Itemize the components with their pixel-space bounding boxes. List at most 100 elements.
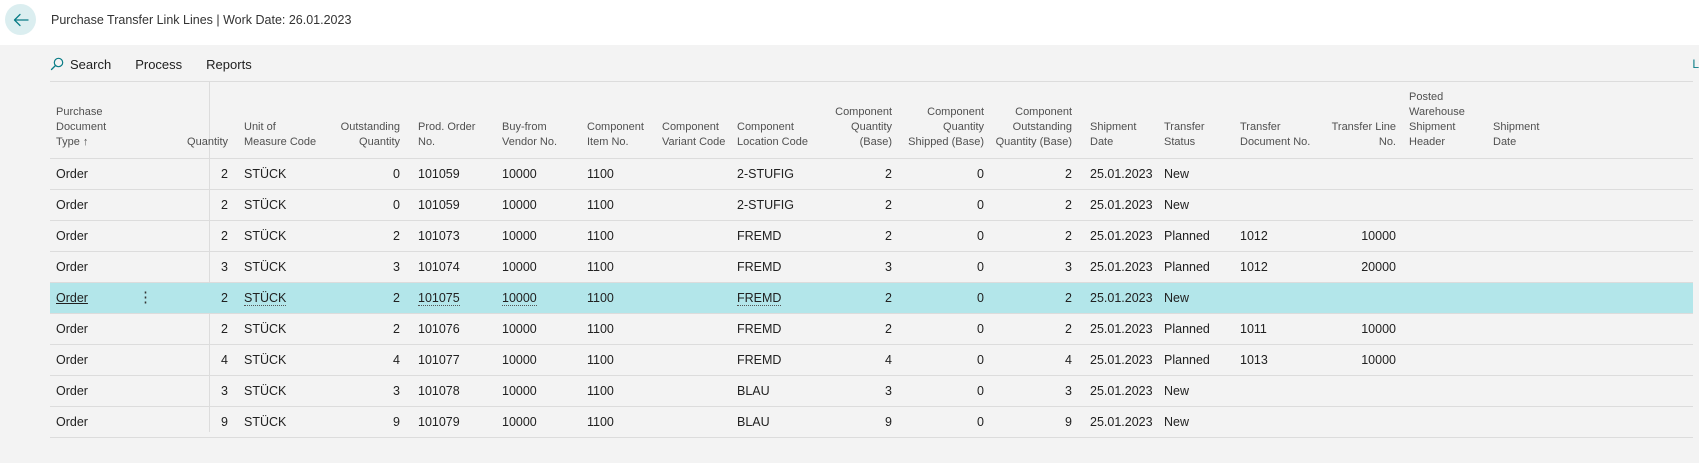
- cell-transfer-doc: 1012: [1240, 229, 1268, 243]
- search-button[interactable]: Search: [50, 57, 111, 72]
- column-header-comp-qty-shipped[interactable]: Component Quantity Shipped (Base): [902, 105, 984, 150]
- table-row[interactable]: Order 2 STÜCK 0 101059 10000 1100 2-STUFIG 2 0 2 25…: [50, 189, 1693, 220]
- edge-link[interactable]: L: [1692, 57, 1699, 71]
- cell-comp-qty-base: 3: [885, 384, 892, 398]
- cell-doc-type[interactable]: Order: [56, 314, 136, 344]
- cell-uom: STÜCK: [244, 353, 287, 367]
- cell-vendor[interactable]: 10000: [502, 283, 582, 313]
- cell-outstanding: 2: [393, 229, 400, 243]
- reports-menu[interactable]: Reports: [206, 57, 252, 72]
- column-header-transfer-line[interactable]: Transfer Line No.: [1322, 120, 1396, 150]
- column-header-prod-order[interactable]: Prod. Order No.: [418, 120, 498, 150]
- cell-ship-date2: [1493, 376, 1563, 406]
- table-row[interactable]: Order 2 STÜCK 2 101073 10000 1100 FREMD 2 0 2 25.01…: [50, 220, 1693, 251]
- cell-quantity: 2: [221, 291, 228, 305]
- cell-comp-qty-base: 2: [885, 229, 892, 243]
- cell-prod-order[interactable]: 101078: [418, 376, 498, 406]
- table-row[interactable]: Order 2 STÜCK 0 101059 10000 1100 2-STUFIG 2 0 2 25…: [50, 158, 1693, 189]
- cell-vendor[interactable]: 10000: [502, 159, 582, 189]
- table-row[interactable]: Order 3 STÜCK 3 101078 10000 1100 BLAU 3 0 3 25.01.…: [50, 375, 1693, 406]
- cell-comp-variant: [662, 376, 737, 406]
- cell-comp-qty-shipped: 0: [977, 229, 984, 243]
- cell-comp-qty-base: 2: [885, 198, 892, 212]
- cell-transfer-line: [1322, 159, 1396, 189]
- column-header-comp-location[interactable]: Component Location Code: [737, 120, 822, 150]
- table-row[interactable]: Order 4 STÜCK 4 101077 10000 1100 FREMD 4 0 4 25.01…: [50, 344, 1693, 375]
- cell-vendor[interactable]: 10000: [502, 190, 582, 220]
- cell-vendor[interactable]: 10000: [502, 252, 582, 282]
- column-header-ship-date[interactable]: Shipment Date: [1090, 120, 1160, 150]
- column-header-comp-item[interactable]: Component Item No.: [587, 120, 657, 150]
- cell-prod-order[interactable]: 101059: [418, 190, 498, 220]
- cell-comp-item: 1100: [587, 353, 614, 367]
- cell-prod-order[interactable]: 101079: [418, 407, 498, 437]
- cell-prod-order[interactable]: 101059: [418, 159, 498, 189]
- cell-transfer-doc: [1240, 159, 1320, 189]
- cell-ship-date: 25.01.2023: [1090, 229, 1153, 243]
- cell-comp-item: 1100: [587, 291, 614, 305]
- column-header-outstanding[interactable]: Outstanding Quantity: [336, 120, 400, 150]
- column-header-ship-date2[interactable]: Shipment Date: [1493, 120, 1563, 150]
- cell-transfer-line: [1322, 407, 1396, 437]
- cell-prod-order[interactable]: 101076: [418, 314, 498, 344]
- column-header-doc-type[interactable]: Purchase Document Type ↑: [56, 105, 136, 150]
- table-row[interactable]: Order 2 STÜCK 2 101075 10000 1100 FREMD 2 0 2 25.01…: [50, 282, 1693, 313]
- cell-ship-date: 25.01.2023: [1090, 415, 1153, 429]
- column-header-comp-qty-base[interactable]: Component Quantity (Base): [822, 105, 892, 150]
- cell-comp-variant: [662, 221, 737, 251]
- cell-uom: STÜCK: [244, 167, 287, 181]
- column-header-posted-wh[interactable]: Posted Warehouse Shipment Header: [1409, 90, 1479, 150]
- cell-doc-type[interactable]: Order: [56, 190, 136, 220]
- cell-vendor[interactable]: 10000: [502, 221, 582, 251]
- cell-quantity: 3: [221, 384, 228, 398]
- column-header-comp-outstanding[interactable]: Component Outstanding Quantity (Base): [988, 105, 1072, 150]
- back-button[interactable]: [5, 4, 36, 35]
- cell-vendor[interactable]: 10000: [502, 376, 582, 406]
- cell-ship-date: 25.01.2023: [1090, 198, 1153, 212]
- cell-doc-type[interactable]: Order: [56, 345, 136, 375]
- cell-comp-qty-shipped: 0: [977, 322, 984, 336]
- table-row[interactable]: Order 2 STÜCK 2 101076 10000 1100 FREMD 2 0 2 25.01…: [50, 313, 1693, 344]
- cell-doc-type[interactable]: Order: [56, 159, 136, 189]
- column-header-uom[interactable]: Unit of Measure Code: [244, 120, 334, 150]
- cell-doc-type[interactable]: Order: [56, 283, 136, 313]
- cell-comp-variant: [662, 252, 737, 282]
- cell-transfer-status: New: [1164, 198, 1190, 212]
- table-row[interactable]: Order 9 STÜCK 9 101079 10000 1100 BLAU 9 0 9 25.01.…: [50, 406, 1693, 438]
- cell-comp-qty-base: 9: [885, 415, 892, 429]
- cell-prod-order[interactable]: 101073: [418, 221, 498, 251]
- cell-doc-type[interactable]: Order: [56, 252, 136, 282]
- cell-vendor[interactable]: 10000: [502, 314, 582, 344]
- cell-doc-type[interactable]: Order: [56, 221, 136, 251]
- cell-comp-item: 1100: [587, 260, 614, 274]
- cell-comp-variant: [662, 190, 737, 220]
- cell-comp-variant: [662, 345, 737, 375]
- row-more-options-icon[interactable]: ⋮: [138, 283, 153, 313]
- cell-prod-order[interactable]: 101075: [418, 283, 498, 313]
- cell-vendor[interactable]: 10000: [502, 345, 582, 375]
- cell-comp-location: FREMD: [737, 353, 782, 367]
- cell-comp-outstanding: 4: [1065, 353, 1072, 367]
- cell-comp-location: FREMD: [737, 322, 782, 336]
- cell-outstanding: 2: [393, 322, 400, 336]
- column-header-quantity[interactable]: Quantity: [162, 135, 228, 150]
- column-header-transfer-doc[interactable]: Transfer Document No.: [1240, 120, 1320, 150]
- cell-doc-type[interactable]: Order: [56, 376, 136, 406]
- cell-transfer-status: New: [1164, 415, 1190, 429]
- cell-transfer-status: Planned: [1164, 229, 1210, 243]
- cell-doc-type[interactable]: Order: [56, 407, 136, 437]
- cell-quantity: 2: [221, 322, 228, 336]
- column-header-transfer-status[interactable]: Transfer Status: [1164, 120, 1234, 150]
- cell-quantity: 2: [221, 198, 228, 212]
- table-row[interactable]: Order 3 STÜCK 3 101074 10000 1100 FREMD 3 0 3 25.01…: [50, 251, 1693, 282]
- process-menu[interactable]: Process: [135, 57, 182, 72]
- cell-comp-qty-base: 2: [885, 291, 892, 305]
- cell-prod-order[interactable]: 101077: [418, 345, 498, 375]
- cell-outstanding: 0: [393, 198, 400, 212]
- cell-prod-order[interactable]: 101074: [418, 252, 498, 282]
- cell-comp-outstanding: 2: [1065, 198, 1072, 212]
- cell-comp-outstanding: 2: [1065, 167, 1072, 181]
- column-header-vendor[interactable]: Buy-from Vendor No.: [502, 120, 582, 150]
- column-header-comp-variant[interactable]: Component Variant Code: [662, 120, 737, 150]
- cell-vendor[interactable]: 10000: [502, 407, 582, 437]
